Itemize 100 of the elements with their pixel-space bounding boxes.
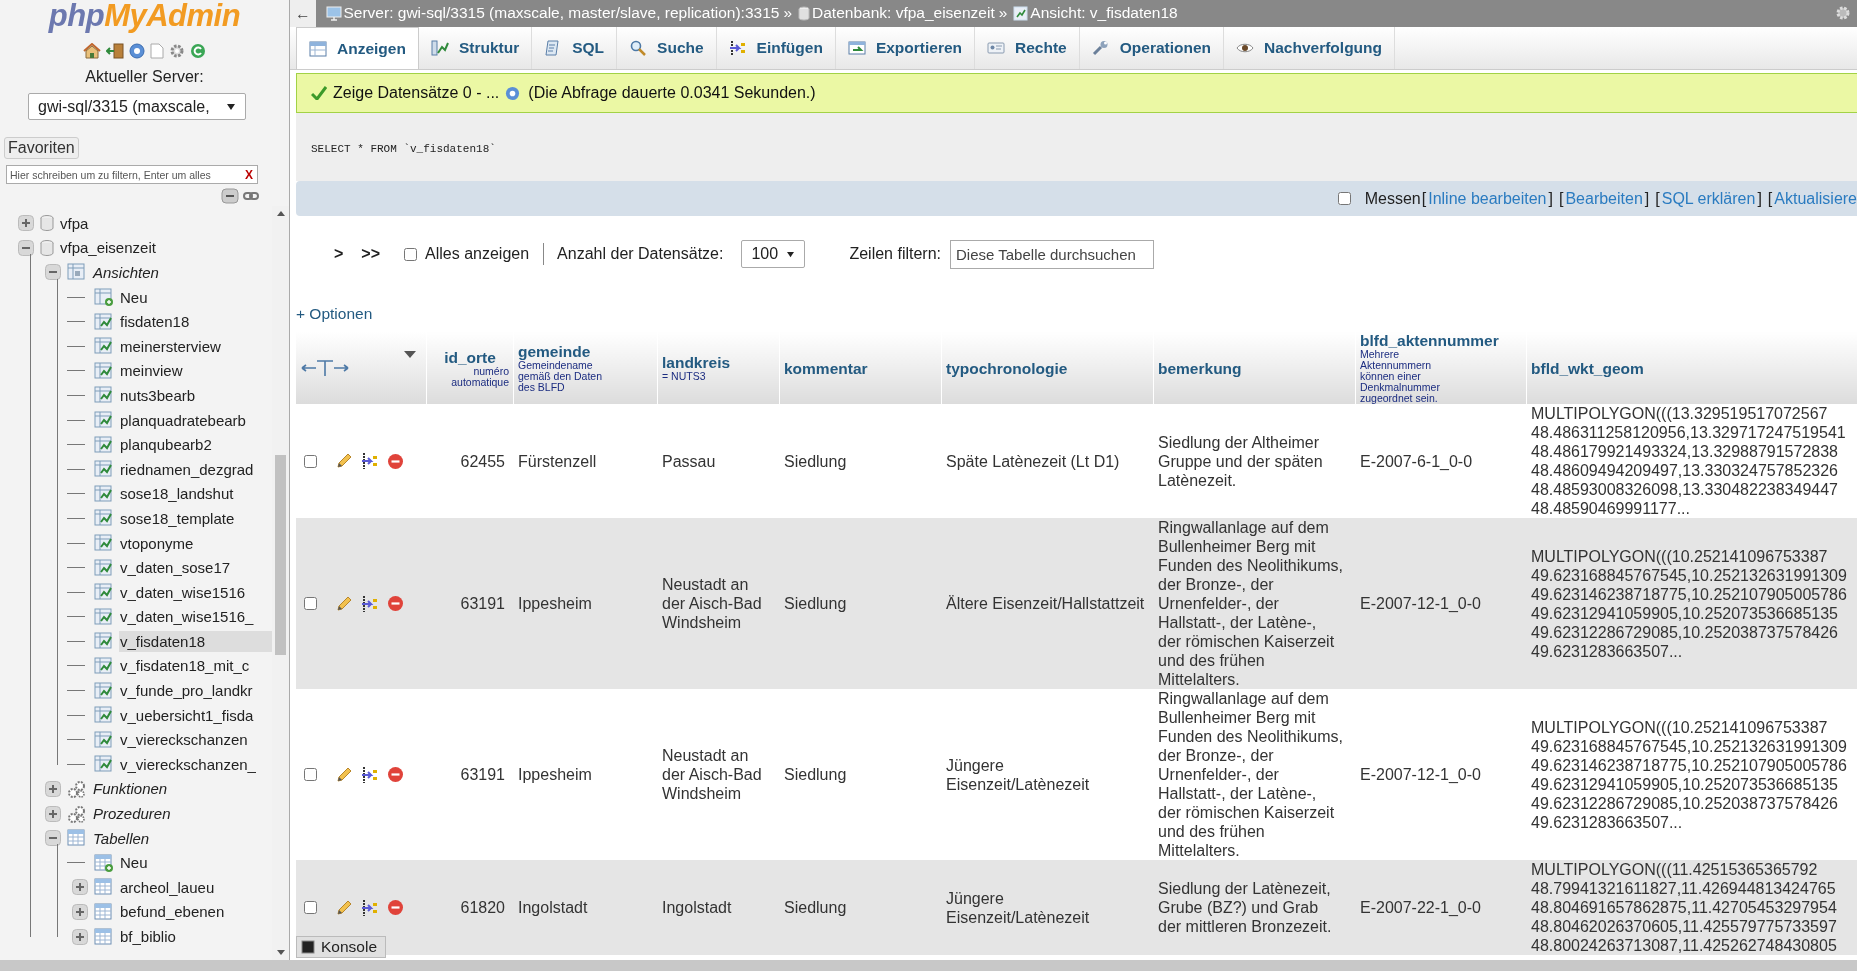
tab[interactable]: Nachverfolgung [1224, 27, 1395, 69]
row-checkbox[interactable] [304, 901, 317, 914]
column-name[interactable]: blfd_aktennummer [1360, 332, 1522, 349]
clear-button[interactable]: X [241, 167, 257, 182]
tree-item[interactable]: archeol_laueu [119, 876, 219, 898]
pencil-icon[interactable] [335, 594, 353, 613]
column-name[interactable]: bemerkung [1158, 359, 1347, 377]
tree-item[interactable]: v_daten_sose17 [119, 557, 235, 579]
tree-item[interactable]: Ansichten [92, 262, 163, 283]
tree-item[interactable]: sose18_template [119, 507, 239, 529]
tree-item[interactable]: Funktionen [92, 778, 172, 800]
collapse-all-icon[interactable] [221, 188, 239, 204]
options-link[interactable]: + Optionen [296, 305, 373, 323]
delete-icon[interactable] [387, 595, 404, 612]
tree-item[interactable]: Neu [119, 286, 152, 308]
column-name[interactable]: typochronologie [946, 359, 1149, 377]
tree-item[interactable]: v_uebersicht1_fisda [119, 704, 258, 726]
tree-item[interactable]: vfpa_eisenzeit [59, 237, 160, 259]
last-button[interactable]: >> [361, 245, 381, 263]
insert-icon[interactable] [361, 765, 379, 784]
column-name[interactable]: bfld_wkt_geom [1531, 359, 1857, 377]
collapse-icon[interactable] [45, 830, 61, 847]
back-button[interactable]: ← [290, 0, 316, 27]
settings-icon[interactable] [169, 43, 185, 59]
delete-icon[interactable] [387, 452, 404, 470]
tree-item[interactable]: planquadratebearb [119, 409, 250, 431]
row-checkbox[interactable] [304, 768, 317, 781]
delete-icon[interactable] [387, 899, 404, 916]
tree-item[interactable]: riednamen_dezgrad [119, 458, 258, 480]
door-icon[interactable] [106, 43, 124, 59]
dropdown-icon[interactable] [404, 351, 416, 359]
tree-item[interactable]: vtoponyme [119, 532, 198, 554]
column-name[interactable]: kommentar [784, 359, 937, 377]
expand-icon[interactable] [72, 928, 88, 945]
collapse-icon[interactable] [45, 264, 61, 281]
tree-item[interactable]: v_viereckschanzen_ [119, 753, 260, 775]
tree-item[interactable]: v_daten_wise1516 [119, 581, 250, 603]
tab[interactable]: SQL [532, 27, 618, 69]
pencil-icon[interactable] [335, 898, 353, 917]
insert-icon[interactable] [361, 594, 379, 613]
next-button[interactable]: > [334, 245, 344, 263]
expand-icon[interactable] [45, 805, 61, 822]
console-button[interactable]: Konsole [296, 936, 386, 958]
link-icon[interactable] [243, 191, 259, 201]
tree-item[interactable]: v_fisdaten18_mit_c [119, 655, 254, 677]
arrow-up-icon[interactable] [276, 210, 285, 216]
column-header[interactable]: blfd_aktennummer Mehrere Aktennummern können einer Denkmalnummer zugeordnet sein. [1355, 332, 1527, 404]
tree-item[interactable]: meinersterview [119, 335, 225, 357]
tree-item[interactable]: nuts3bearb [119, 384, 200, 406]
home-icon[interactable] [83, 43, 101, 59]
column-name[interactable]: landkreis [662, 354, 769, 371]
tree-item[interactable]: v_funde_pro_landkr [119, 680, 257, 702]
breadcrumb-link[interactable]: Server: gwi-sql/3315 (maxscale, master/slave, replication):3315 [343, 4, 780, 22]
tab[interactable]: Struktur [418, 27, 533, 69]
tree-item[interactable]: planqubearb2 [119, 434, 216, 456]
filter-field[interactable]: Diese Tabelle durchsuchen [950, 239, 1155, 269]
breadcrumb-link[interactable]: Datenbank: vfpa_eisenzeit [812, 4, 995, 22]
tab[interactable]: Anzeigen [296, 27, 419, 69]
expand-icon[interactable] [45, 780, 61, 797]
scrollbar-thumb[interactable] [275, 455, 286, 655]
expand-icon[interactable] [72, 903, 88, 920]
insert-icon[interactable] [361, 898, 379, 917]
arrow-down-icon[interactable] [276, 950, 285, 956]
scrollbar[interactable] [0, 960, 1857, 971]
tab[interactable]: Suche [617, 27, 717, 69]
filter-field[interactable]: Hier schreiben um zu filtern, Enter um alles X [6, 165, 258, 184]
tree-item[interactable]: v_fisdaten18 [119, 630, 272, 652]
reload-icon[interactable] [190, 43, 206, 59]
tree-item[interactable]: Tabellen [92, 827, 154, 849]
tree-item[interactable]: v_daten_wise1516_ [119, 606, 258, 628]
collapse-icon[interactable] [18, 239, 34, 256]
rows-select[interactable]: 100 [741, 240, 806, 268]
logo-text[interactable]: phpMyAdmin [48, 0, 241, 34]
tree-item[interactable]: Prozeduren [92, 803, 175, 825]
tab[interactable]: Operationen [1079, 27, 1225, 69]
insert-icon[interactable] [361, 452, 379, 470]
checkbox[interactable] [1337, 192, 1351, 205]
tree-item[interactable]: vfpa [59, 212, 93, 234]
tree-item[interactable]: befund_ebenen [119, 901, 229, 923]
help-icon[interactable] [505, 85, 521, 101]
tree-item[interactable]: bf_biblio [119, 926, 180, 947]
favorites-button[interactable]: Favoriten [4, 137, 79, 159]
tree-item[interactable]: meinview [119, 360, 187, 382]
tree-item[interactable]: sose18_landshut [119, 483, 238, 505]
row-checkbox[interactable] [304, 454, 317, 468]
expand-icon[interactable] [72, 879, 88, 896]
column-arrange-icon[interactable] [300, 359, 350, 377]
column-name[interactable]: gemeinde [518, 343, 653, 360]
tree-item[interactable]: v_viereckschanzen [119, 729, 252, 751]
pencil-icon[interactable] [335, 765, 353, 784]
tab[interactable]: Einfügen [716, 27, 836, 69]
server-select[interactable]: gwi-sql/3315 (maxscale, [28, 93, 246, 120]
row-checkbox[interactable] [304, 597, 317, 610]
delete-icon[interactable] [387, 766, 404, 783]
column-name[interactable]: id_orte [431, 348, 509, 366]
tab[interactable]: Exportieren [835, 27, 976, 69]
pencil-icon[interactable] [335, 452, 353, 470]
tree-item[interactable]: fisdaten18 [119, 311, 194, 333]
tab[interactable]: Rechte [975, 27, 1080, 69]
checkbox[interactable] [404, 247, 418, 261]
